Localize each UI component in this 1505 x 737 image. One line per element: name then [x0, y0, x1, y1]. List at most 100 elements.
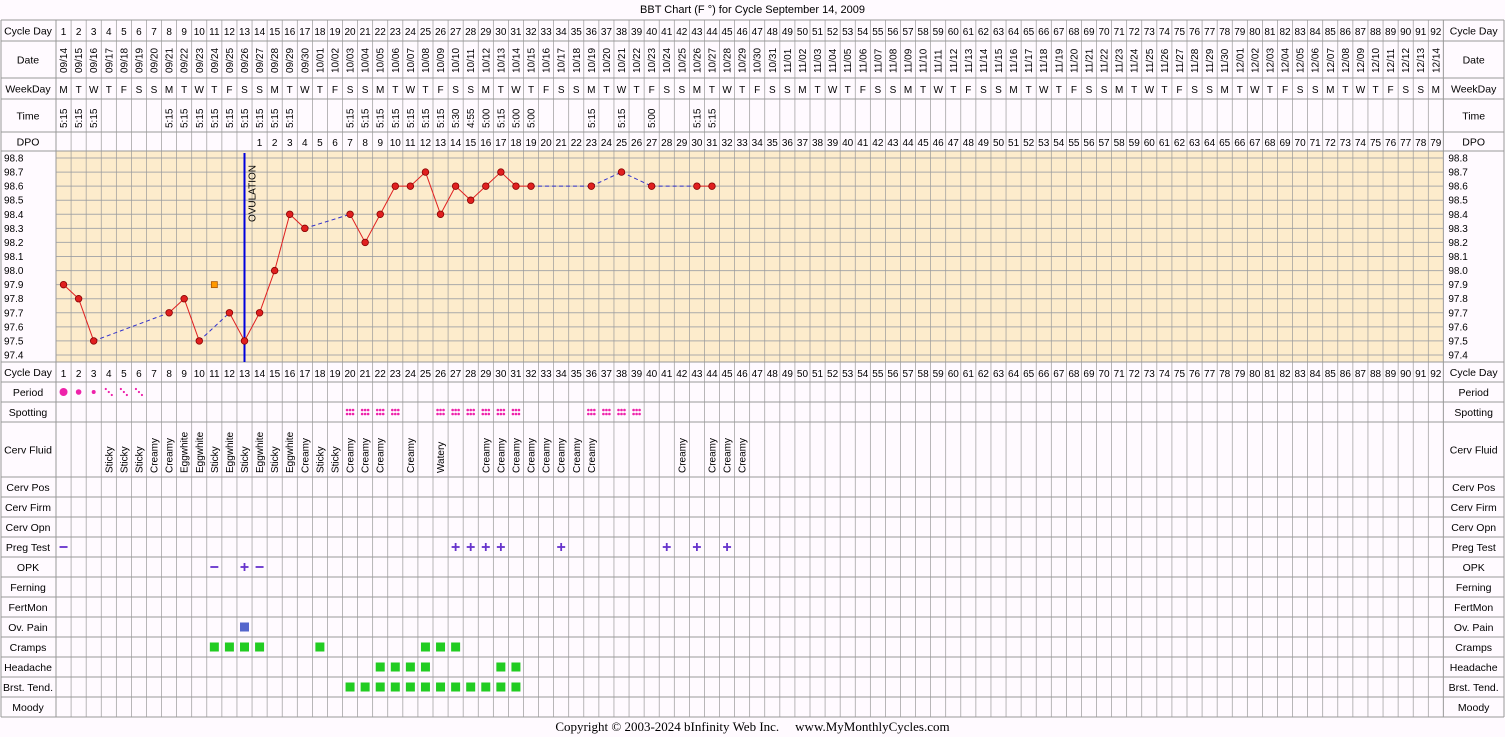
spotting-dot	[363, 412, 367, 416]
date-label: 09/16	[89, 48, 100, 73]
row-label-moody: Moody	[12, 702, 44, 714]
temp-point	[436, 210, 445, 218]
brst-tend-mark	[345, 682, 355, 692]
cycle-day-label-bottom: 61	[963, 369, 975, 380]
temp-point	[647, 182, 656, 190]
dpo-label: 37	[797, 138, 809, 149]
cycle-day-label-bottom: 59	[933, 369, 945, 380]
temp-point	[587, 182, 596, 190]
dpo-label: 18	[510, 138, 522, 149]
weekday-label: S	[678, 85, 685, 96]
spotting-dot	[638, 408, 641, 412]
spotting-dot	[397, 408, 400, 412]
row-label-period: Period	[13, 387, 44, 399]
spotting-dot	[442, 408, 445, 412]
dpo-label: 14	[450, 138, 462, 149]
weekday-label: S	[663, 85, 670, 96]
time-label: 5:15	[617, 108, 628, 128]
date-label: 10/30	[753, 48, 764, 73]
date-label: 11/29	[1205, 48, 1216, 73]
period-spot-dot	[122, 390, 125, 394]
dpo-label: 69	[1279, 138, 1291, 149]
row-label-right-spotting: Spotting	[1454, 407, 1493, 419]
date-label: 10/17	[557, 48, 568, 73]
cycle-day-label: 11	[209, 27, 220, 38]
cycle-day-label: 12	[224, 27, 236, 38]
site-link[interactable]: www.MyMonthlyCycles.com	[795, 719, 949, 734]
dpo-label: 48	[963, 138, 975, 149]
row-label-right-cerv-opn: Cerv Opn	[1451, 522, 1496, 534]
cycle-day-label-bottom: 68	[1068, 369, 1080, 380]
date-label: 09/21	[165, 48, 176, 73]
weekday-label: S	[1297, 85, 1304, 96]
weekday-label: S	[1086, 85, 1093, 96]
cycle-day-label: 41	[661, 27, 673, 38]
temp-point	[361, 238, 369, 247]
date-label: 10/02	[330, 48, 341, 73]
y-tick-label-right: 98.2	[1448, 238, 1468, 249]
cerv-fluid-label: Creamy	[677, 438, 688, 473]
brst-tend-mark	[375, 682, 385, 692]
cycle-day-label-bottom: 60	[948, 369, 960, 380]
spotting-dot	[517, 412, 521, 416]
date-label: 10/13	[496, 48, 507, 73]
cycle-day-label-bottom: 62	[978, 369, 990, 380]
cycle-day-label-bottom: 36	[586, 369, 598, 380]
cycle-day-label: 76	[1189, 27, 1201, 38]
weekday-label: T	[392, 85, 398, 96]
date-label: 11/10	[919, 48, 930, 73]
cycle-day-label: 42	[676, 27, 688, 38]
cycle-day-label: 10	[194, 27, 206, 38]
spotting-dot	[348, 408, 352, 412]
temp-point	[346, 210, 354, 218]
dpo-label: 47	[948, 138, 960, 149]
y-tick-label: 97.5	[4, 336, 24, 347]
temp-point	[255, 309, 264, 317]
weekday-label: S	[1417, 85, 1424, 96]
cerv-fluid-label: Eggwhite	[285, 431, 296, 473]
dpo-label: 25	[616, 138, 628, 149]
dpo-label: 78	[1415, 138, 1427, 149]
dpo-label: 4	[302, 138, 308, 149]
cycle-day-label-bottom: 56	[887, 369, 899, 380]
cycle-day-label: 16	[284, 27, 296, 38]
cycle-day-label: 64	[1008, 27, 1020, 38]
spotting-dot	[466, 408, 470, 412]
dpo-label: 67	[1249, 138, 1261, 149]
y-tick-label-right: 97.6	[1448, 322, 1468, 333]
cramps-mark	[451, 642, 461, 652]
weekday-label: W	[617, 85, 627, 96]
date-label: 12/05	[1296, 48, 1307, 73]
date-label: 09/17	[104, 48, 115, 73]
cycle-day-label: 48	[767, 27, 779, 38]
date-label: 09/26	[240, 48, 251, 73]
cycle-day-label: 45	[721, 27, 733, 38]
temp-point	[376, 210, 384, 218]
cerv-fluid-label: Creamy	[150, 438, 161, 473]
cycle-day-label-bottom: 23	[390, 369, 402, 380]
dpo-label: 27	[646, 138, 658, 149]
spotting-dot	[366, 408, 370, 412]
spotting-dot	[360, 412, 364, 416]
spotting-dot	[617, 408, 620, 412]
cerv-fluid-label: Creamy	[376, 438, 387, 473]
cycle-day-label-bottom: 35	[571, 369, 583, 380]
weekday-label: M	[376, 85, 384, 96]
row-label-cycle-day: Cycle Day	[4, 26, 53, 38]
dpo-label: 49	[978, 138, 990, 149]
y-tick-label: 98.0	[4, 266, 24, 277]
weekday-label: S	[256, 85, 263, 96]
spotting-dot	[602, 412, 605, 416]
cycle-day-label-bottom: 51	[812, 369, 824, 380]
temp-point	[240, 337, 249, 345]
cerv-fluid-label: Creamy	[406, 438, 417, 473]
cycle-day-label: 56	[887, 27, 899, 38]
y-tick-label-right: 97.7	[1448, 308, 1468, 319]
spotting-dot	[511, 412, 515, 416]
spotting-dot	[587, 408, 590, 412]
weekday-label: S	[1402, 85, 1409, 96]
headache-mark	[405, 662, 415, 672]
cycle-day-label: 1	[61, 27, 67, 38]
brst-tend-mark	[436, 682, 446, 692]
cycle-day-label-bottom: 57	[902, 369, 914, 380]
